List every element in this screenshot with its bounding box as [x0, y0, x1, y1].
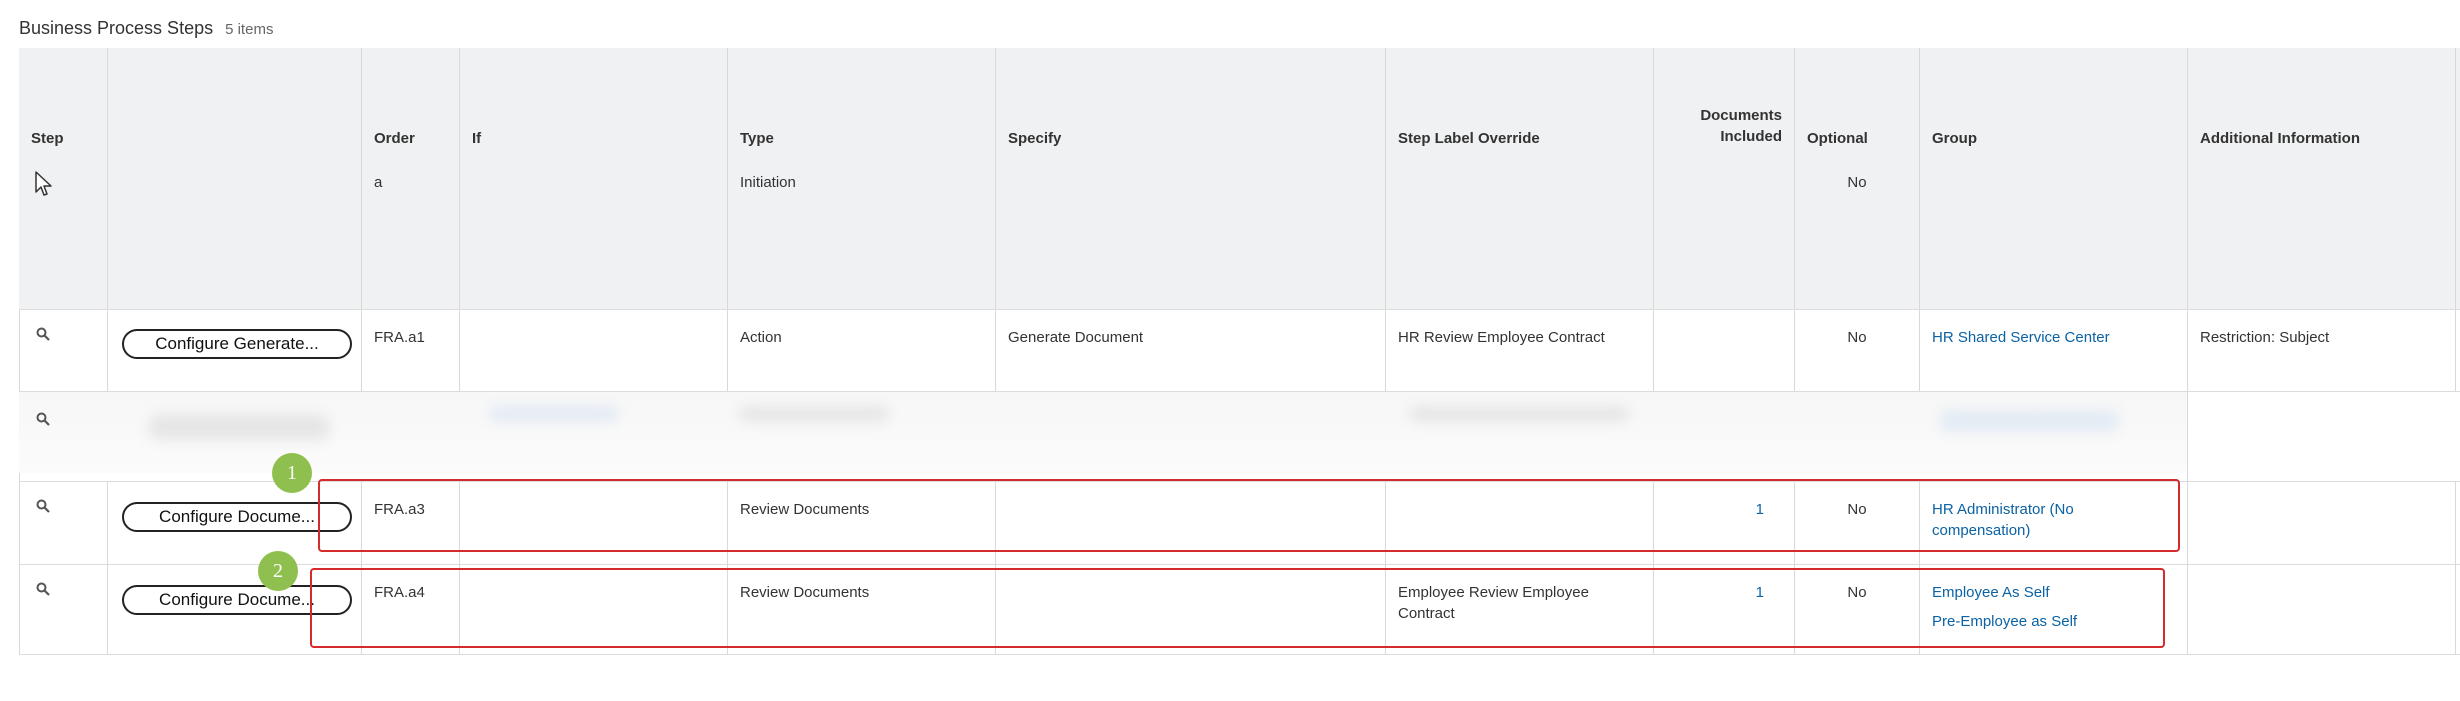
cell-step	[19, 482, 108, 564]
cell-group: HR Shared Service Center	[1920, 310, 2188, 391]
cell-documents-included	[1654, 310, 1795, 391]
cell-type: Initiation	[728, 155, 996, 309]
grid-header: Step Order If Type Specify Step Label Ov…	[19, 48, 2460, 156]
cell-step	[19, 155, 108, 309]
cell-additional-info: Restriction: Subject	[2188, 310, 2456, 391]
cell-additional-info	[2188, 482, 2456, 564]
blurred-content	[19, 392, 2187, 473]
header-documents-included-label: Documents Included	[1700, 107, 1782, 145]
magnifier-icon[interactable]	[36, 412, 50, 426]
group-link[interactable]: HR Shared Service Center	[1932, 329, 2110, 346]
cell-type: Action	[728, 310, 996, 391]
annotation-badge: 1	[272, 453, 312, 493]
cell-label-override	[1386, 155, 1654, 309]
cell-additional-info	[2188, 155, 2456, 309]
header-step-label: Step	[31, 130, 64, 147]
header-optional-label: Optional	[1807, 130, 1868, 147]
business-process-steps-grid: Step Order If Type Specify Step Label Ov…	[19, 48, 2460, 656]
table-row-blurred	[19, 392, 2460, 482]
header-if-label: If	[472, 130, 482, 147]
header-step[interactable]: Step	[19, 48, 108, 155]
mouse-pointer-icon	[35, 171, 52, 196]
header-order-label: Order	[374, 130, 415, 147]
divider	[2187, 392, 2188, 481]
cell-optional: No	[1795, 155, 1920, 309]
header-label-override-label: Step Label Override	[1398, 130, 1540, 147]
table-row: a Initiation No	[19, 155, 2460, 310]
cell-order: a	[362, 155, 460, 309]
highlight-box	[318, 479, 2180, 552]
configure-generate-button[interactable]: Configure Generate...	[122, 329, 352, 359]
item-count: 5 items	[225, 21, 274, 38]
header-optional[interactable]: Optional	[1795, 48, 1920, 155]
cell-action: Configure Generate...	[108, 310, 362, 391]
header-specify-label: Specify	[1008, 130, 1062, 147]
cell-if	[460, 155, 728, 309]
cell-documents-included	[1654, 155, 1795, 309]
cell-optional: No	[1795, 310, 1920, 391]
header-if[interactable]: If	[460, 48, 728, 155]
cell-order: FRA.a1	[362, 310, 460, 391]
annotation-badge: 2	[258, 551, 298, 591]
magnifier-icon[interactable]	[36, 327, 50, 341]
header-action	[108, 48, 362, 155]
header-type-label: Type	[740, 130, 774, 147]
table-row: Configure Generate... FRA.a1 Action Gene…	[19, 310, 2460, 392]
cell-additional-info	[2188, 565, 2456, 654]
magnifier-icon[interactable]	[36, 499, 50, 513]
page-title: Business Process Steps	[19, 18, 214, 38]
cell-group	[1920, 155, 2188, 309]
header-additional-info-label: Additional Information	[2200, 130, 2360, 147]
section-header: Business Process Steps 5 items	[19, 18, 273, 46]
cell-if	[460, 310, 728, 391]
header-documents-included[interactable]: Documents Included	[1654, 48, 1795, 155]
header-group-label: Group	[1932, 130, 1977, 147]
header-step-label-override[interactable]: Step Label Override	[1386, 48, 1654, 155]
header-type[interactable]: Type	[728, 48, 996, 155]
cell-step	[19, 565, 108, 654]
cell-specify	[996, 155, 1386, 309]
header-additional-information[interactable]: Additional Information	[2188, 48, 2456, 155]
cell-action	[108, 155, 362, 309]
cell-label-override: HR Review Employee Contract	[1386, 310, 1654, 391]
cell-step	[19, 310, 108, 391]
header-specify[interactable]: Specify	[996, 48, 1386, 155]
magnifier-icon[interactable]	[36, 582, 50, 596]
header-order[interactable]: Order	[362, 48, 460, 155]
cell-specify: Generate Document	[996, 310, 1386, 391]
highlight-box	[310, 568, 2165, 648]
header-group[interactable]: Group	[1920, 48, 2188, 155]
